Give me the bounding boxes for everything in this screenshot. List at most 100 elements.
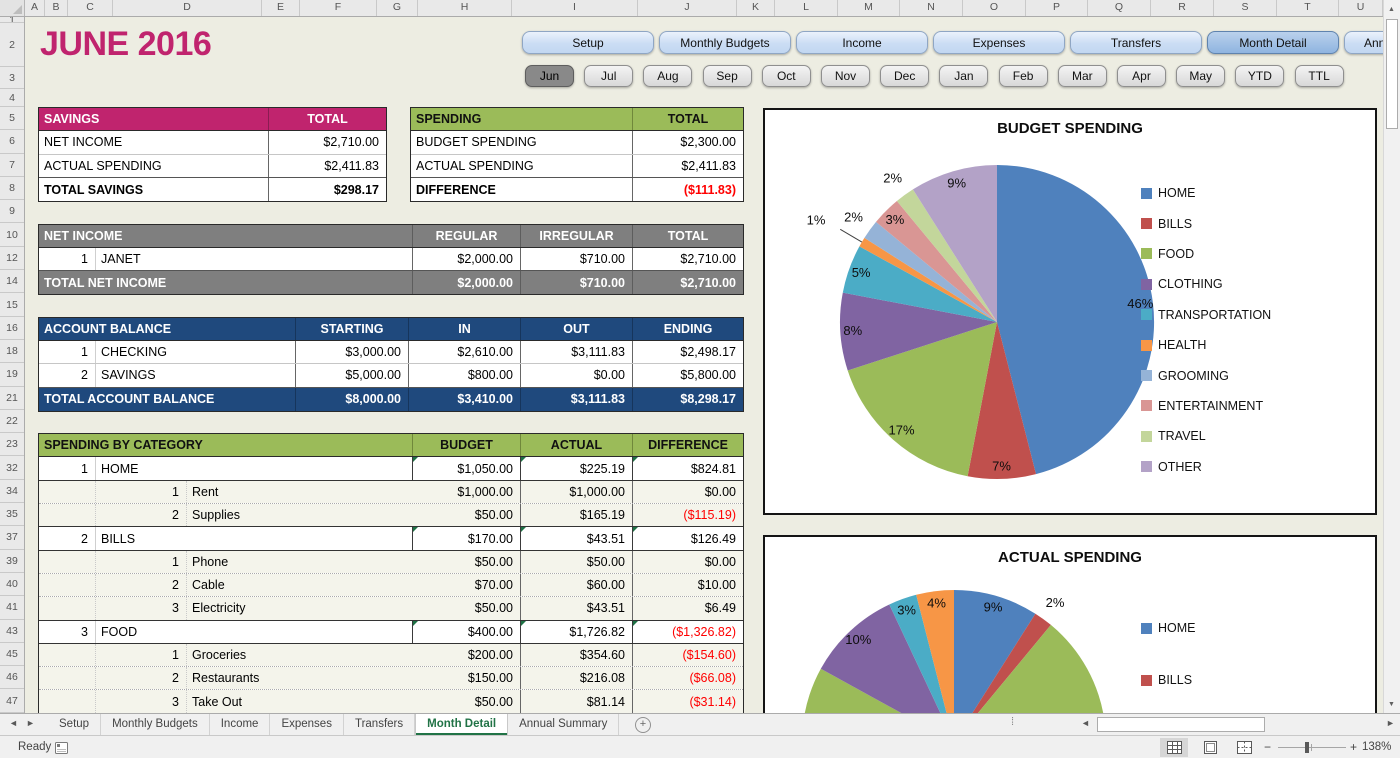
cell[interactable]: TOTAL NET INCOME [39, 271, 413, 294]
zoom-slider[interactable] [1278, 747, 1346, 748]
month-button-jul[interactable]: Jul [584, 65, 633, 87]
scroll-up-icon[interactable]: ▲ [1384, 1, 1399, 17]
column-header-b[interactable]: B [45, 0, 68, 16]
row-header-7[interactable]: 7 [0, 154, 24, 177]
row-header-47[interactable]: 47 [0, 689, 24, 712]
cell[interactable]: ($66.08) [633, 667, 743, 689]
row-header-32[interactable]: 32 [0, 456, 24, 479]
column-header-s[interactable]: S [1214, 0, 1277, 16]
cell[interactable]: TOTAL ACCOUNT BALANCE [39, 388, 296, 411]
sheet-tab-setup[interactable]: Setup [48, 714, 101, 735]
cell[interactable]: Restaurants [187, 667, 413, 689]
cell[interactable]: 3 [39, 621, 96, 643]
month-button-oct[interactable]: Oct [762, 65, 811, 87]
cell[interactable]: $3,111.83 [521, 388, 633, 411]
zoom-slider-thumb[interactable] [1305, 742, 1309, 753]
vertical-scrollbar[interactable]: ▲ ▼ [1383, 0, 1400, 713]
legend-item[interactable]: OTHER [1141, 452, 1271, 482]
cell[interactable]: $10.00 [633, 574, 743, 596]
column-header-t[interactable]: T [1277, 0, 1339, 16]
spending-total-header[interactable]: TOTAL [633, 108, 743, 130]
cell[interactable]: Groceries [187, 644, 413, 666]
savings-total-header[interactable]: TOTAL [269, 108, 386, 130]
cell[interactable] [39, 644, 96, 666]
month-button-aug[interactable]: Aug [643, 65, 692, 87]
cell[interactable]: $2,000.00 [413, 248, 521, 270]
cell[interactable]: 1 [39, 341, 96, 363]
row-header-8[interactable]: 8 [0, 177, 24, 200]
column-header-e[interactable]: E [262, 0, 300, 16]
cell[interactable]: $2,000.00 [413, 271, 521, 294]
row-header-10[interactable]: 10 [0, 223, 24, 246]
row-header-6[interactable]: 6 [0, 130, 24, 153]
cell[interactable]: DIFFERENCE [633, 434, 743, 456]
page-break-view-icon[interactable] [1230, 738, 1258, 757]
row-header-21[interactable]: 21 [0, 387, 24, 410]
row-header-9[interactable]: 9 [0, 200, 24, 223]
cell[interactable]: 2 [39, 364, 96, 386]
cell[interactable]: ($31.14) [633, 690, 743, 712]
row-header-14[interactable]: 14 [0, 270, 24, 293]
column-header-m[interactable]: M [838, 0, 900, 16]
column-header-n[interactable]: N [900, 0, 963, 16]
nav-button-setup[interactable]: Setup [522, 31, 654, 54]
cell[interactable]: CHECKING [96, 341, 296, 363]
cell[interactable]: Take Out [187, 690, 413, 712]
sheet-tab-monthly-budgets[interactable]: Monthly Budgets [101, 714, 210, 735]
legend-item[interactable]: FOOD [1141, 706, 1271, 713]
cell[interactable]: ($115.19) [633, 504, 743, 526]
select-all-corner[interactable] [0, 0, 25, 16]
cell[interactable] [39, 504, 96, 526]
row-header-22[interactable]: 22 [0, 410, 24, 433]
scroll-down-icon[interactable]: ▼ [1384, 696, 1399, 712]
cell[interactable]: $800.00 [409, 364, 521, 386]
legend-item[interactable]: TRANSPORTATION [1141, 300, 1271, 330]
cell[interactable] [39, 574, 96, 596]
cell[interactable]: 3 [96, 690, 187, 712]
nav-button-income[interactable]: Income [796, 31, 928, 54]
legend-item[interactable]: BILLS [1141, 654, 1271, 706]
macro-record-icon[interactable] [55, 741, 68, 758]
cell[interactable]: $8,298.17 [633, 388, 743, 411]
column-header-a[interactable]: A [25, 0, 45, 16]
budget-spending-chart[interactable]: BUDGET SPENDING46%7%17%8%5%1%2%3%2%9%HOM… [763, 108, 1377, 515]
cell[interactable]: $354.60 [521, 644, 633, 666]
cell[interactable]: $824.81 [633, 457, 743, 479]
column-header-r[interactable]: R [1151, 0, 1214, 16]
legend-item[interactable]: TRAVEL [1141, 421, 1271, 451]
cell[interactable] [39, 597, 96, 619]
cell[interactable]: $50.00 [413, 690, 521, 712]
net-income-header[interactable]: NET INCOME [39, 225, 413, 247]
cell[interactable]: JANET [96, 248, 413, 270]
legend-item[interactable]: CLOTHING [1141, 269, 1271, 299]
cell[interactable]: $3,111.83 [521, 341, 633, 363]
cell[interactable]: 1 [96, 481, 187, 503]
cell[interactable]: ($154.60) [633, 644, 743, 666]
vertical-scroll-thumb[interactable] [1386, 19, 1398, 129]
row-header-15[interactable]: 15 [0, 293, 24, 316]
new-sheet-button[interactable]: + [635, 717, 651, 733]
column-header-c[interactable]: C [68, 0, 113, 16]
sheet-tab-transfers[interactable]: Transfers [344, 714, 415, 735]
column-header-j[interactable]: J [638, 0, 737, 16]
row-header-43[interactable]: 43 [0, 620, 24, 643]
row-header-34[interactable]: 34 [0, 480, 24, 503]
cell[interactable]: HOME [96, 457, 413, 479]
cell[interactable]: REGULAR [413, 225, 521, 247]
cell[interactable]: $150.00 [413, 667, 521, 689]
legend-item[interactable]: HOME [1141, 178, 1271, 208]
cell[interactable]: $2,710.00 [633, 248, 743, 270]
cell[interactable]: $2,710.00 [633, 271, 743, 294]
cell[interactable]: BILLS [96, 527, 413, 549]
cell[interactable]: $70.00 [413, 574, 521, 596]
cell[interactable]: $298.17 [269, 178, 386, 201]
month-button-ytd[interactable]: YTD [1235, 65, 1284, 87]
cell[interactable]: 1 [96, 551, 187, 573]
cell[interactable]: TOTAL SAVINGS [39, 178, 269, 201]
row-header-37[interactable]: 37 [0, 526, 24, 549]
cell[interactable]: $43.51 [521, 597, 633, 619]
month-button-jan[interactable]: Jan [939, 65, 988, 87]
sheet-tab-expenses[interactable]: Expenses [270, 714, 344, 735]
nav-button-month-detail[interactable]: Month Detail [1207, 31, 1339, 54]
month-button-jun[interactable]: Jun [525, 65, 574, 87]
